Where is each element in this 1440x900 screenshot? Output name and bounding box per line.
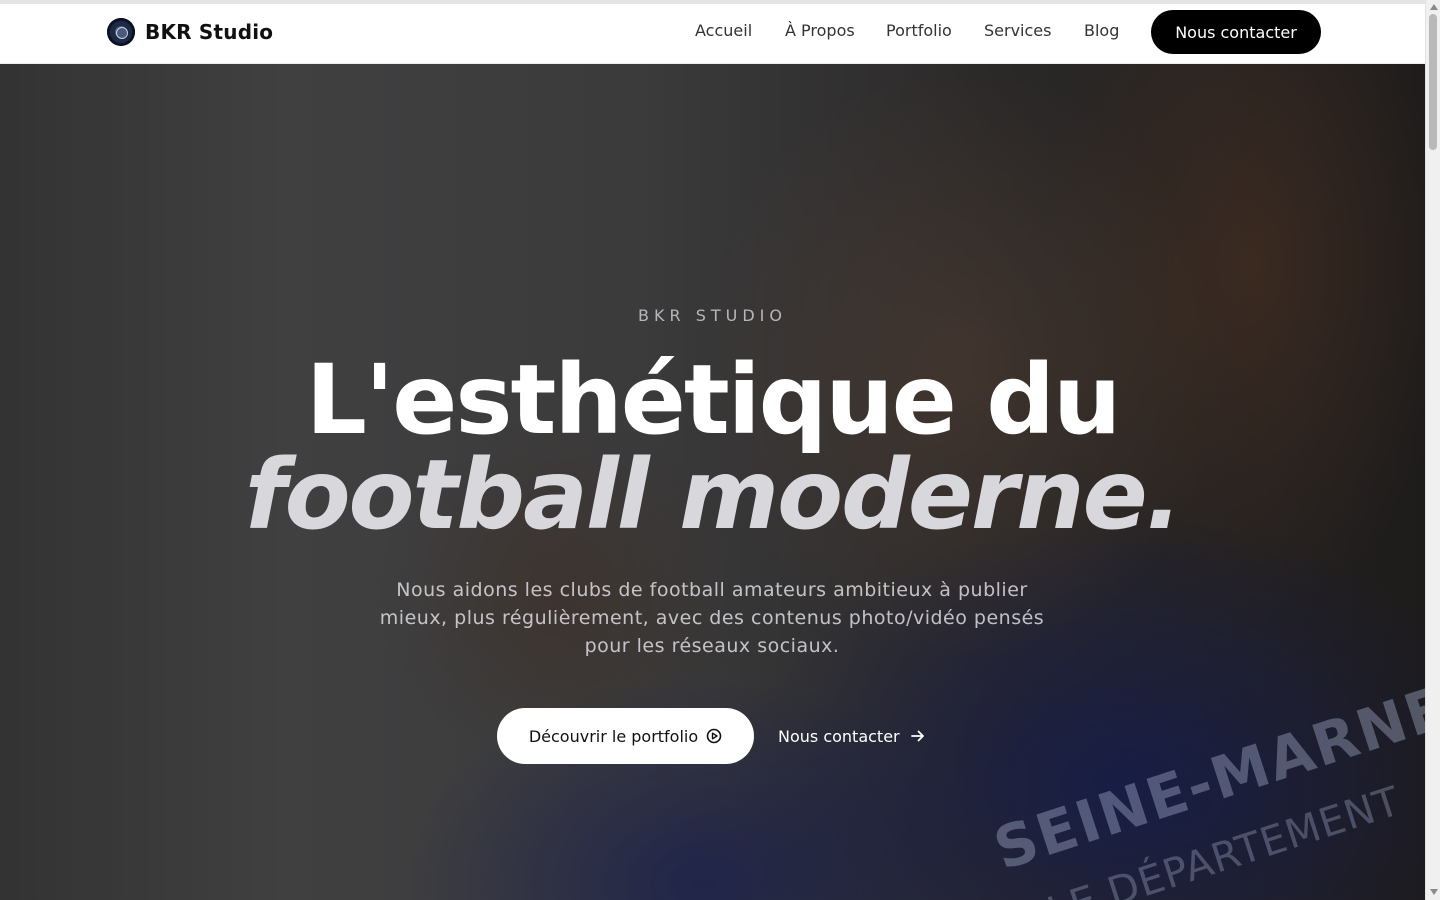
discover-portfolio-label: Découvrir le portfolio xyxy=(528,726,699,746)
hero-eyebrow: BKR STUDIO xyxy=(638,306,787,325)
hero-subtitle: Nous aidons les clubs de football amateu… xyxy=(379,579,1045,657)
scrollbar-thumb[interactable] xyxy=(1429,14,1437,150)
nav-item-a-propos[interactable]: À Propos xyxy=(785,21,855,40)
page-viewport: BKR Studio Accueil À Propos Portfolio Se… xyxy=(0,0,1425,900)
arrow-right-icon xyxy=(910,728,926,744)
nav-contact-button[interactable]: Nous contacter xyxy=(1151,10,1321,54)
nav-item-blog[interactable]: Blog xyxy=(1084,21,1119,40)
discover-portfolio-button[interactable]: Découvrir le portfolio xyxy=(497,708,754,764)
scroll-down-arrow-icon[interactable] xyxy=(1430,889,1438,895)
hero-contact-link[interactable]: Nous contacter xyxy=(778,720,926,752)
navbar: BKR Studio Accueil À Propos Portfolio Se… xyxy=(0,4,1425,64)
brand[interactable]: BKR Studio xyxy=(107,17,273,47)
scroll-up-arrow-icon[interactable] xyxy=(1430,4,1438,10)
brand-name: BKR Studio xyxy=(145,20,274,44)
nav-item-services[interactable]: Services xyxy=(984,21,1051,40)
nav-item-accueil[interactable]: Accueil xyxy=(695,21,752,40)
nav-item-portfolio[interactable]: Portfolio xyxy=(886,21,952,40)
hero-headline-line2: football moderne. xyxy=(244,439,1182,551)
bkr-logo-icon xyxy=(107,18,135,46)
page-scrollbar[interactable] xyxy=(1425,0,1440,900)
top-strip xyxy=(0,0,1425,4)
hero-contact-label: Nous contacter xyxy=(778,726,900,746)
play-circle-icon xyxy=(706,728,722,744)
